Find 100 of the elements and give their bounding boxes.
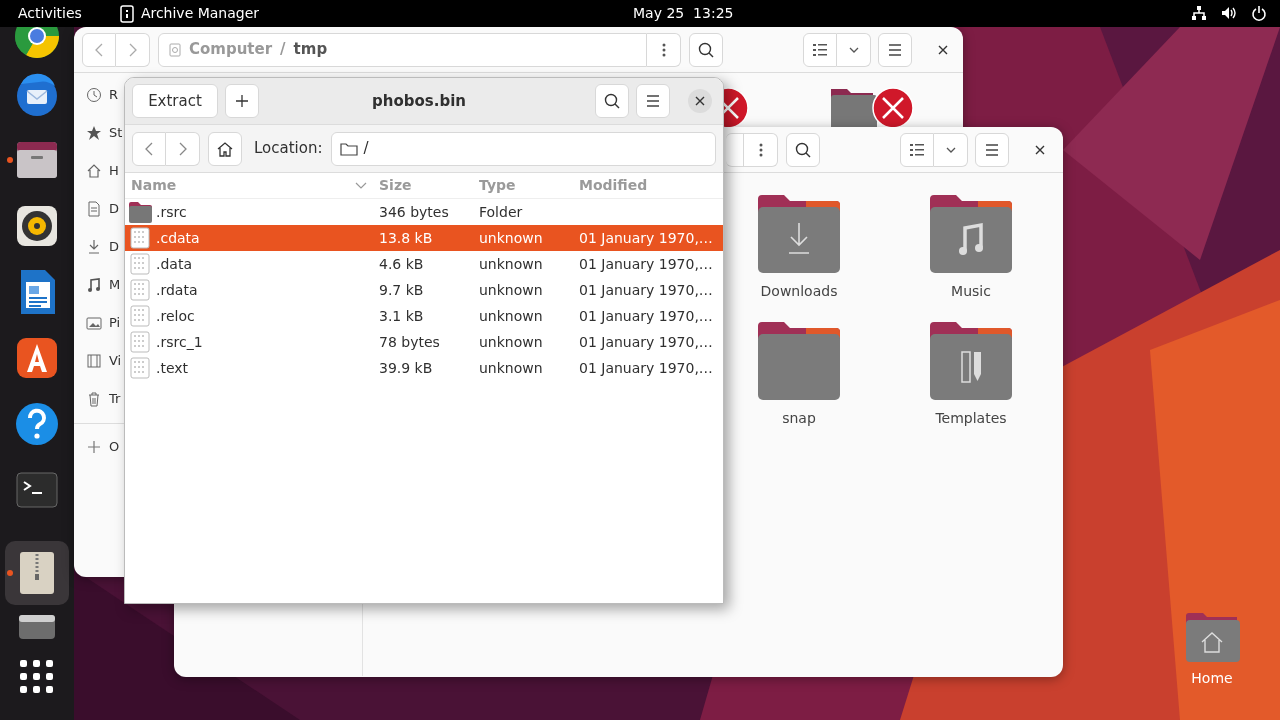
extract-button[interactable]: Extract [132,84,218,118]
activities-button[interactable]: Activities [18,3,82,24]
sidebar-item[interactable]: Pi [109,313,121,333]
modified-date: 01 January 1970,… [579,280,713,300]
back-icon [144,140,154,157]
clock[interactable]: May 25 13:25 [633,3,734,24]
sidebar-item[interactable]: Vi [109,351,122,371]
forward-icon [127,41,138,58]
file-row[interactable]: .reloc 3.1 kB unknown 01 January 1970,… [125,303,723,329]
file-icon [128,253,152,275]
forward-icon [177,140,188,157]
folder-label[interactable]: Music [951,281,991,302]
menu-button[interactable] [975,132,1009,167]
path-bar[interactable]: Computer / tmp [158,32,648,67]
file-name: .rsrc [156,202,187,222]
file-type: unknown [479,332,543,352]
home-button[interactable] [208,131,242,166]
folder-label[interactable]: Templates [935,408,1007,429]
list-view-button[interactable] [900,132,934,167]
close-button[interactable] [688,89,712,113]
search-button[interactable] [786,132,820,167]
folder-ruler-pencil-icon[interactable] [928,322,1014,402]
home-icon [86,163,102,179]
file-icon [128,227,152,249]
kebab-icon [758,142,763,157]
help-icon[interactable] [13,400,61,448]
file-row[interactable]: .cdata 13.8 kB unknown 01 January 1970,… [125,225,723,251]
file-icon [128,357,152,379]
file-size: 78 bytes [379,332,440,352]
folder-music-note-icon[interactable] [928,195,1014,275]
home-icon [217,140,233,157]
desktop-icon-label[interactable]: Home [1191,668,1233,689]
sidebar-item[interactable]: Tr [109,389,121,409]
image-icon [86,315,102,331]
file-type: unknown [479,358,543,378]
sidebar-item[interactable]: D [109,199,119,219]
menu-button[interactable] [878,32,913,67]
folder-icon[interactable] [756,322,842,402]
search-button[interactable] [595,84,629,118]
sidebar-item[interactable]: R [109,85,119,105]
sidebar-item[interactable]: O [109,437,120,457]
power-icon[interactable] [1251,5,1267,21]
search-button[interactable] [689,32,724,67]
modified-date: 01 January 1970,… [579,306,713,326]
sidebar-item[interactable]: St [109,123,123,143]
list-view-button[interactable] [803,32,838,67]
menu-icon [888,43,903,56]
file-size: 346 bytes [379,202,449,222]
add-button[interactable] [225,84,259,118]
chevron-down-icon [848,46,859,53]
folder-icon [339,141,358,156]
close-icon [938,44,949,55]
chevron-down-icon [945,146,956,153]
file-row[interactable]: .rsrc 346 bytes Folder [125,199,723,225]
plus-icon [86,439,102,455]
download-icon [86,239,102,255]
window-title: phobos.bin [371,90,467,112]
star-icon [86,125,102,141]
file-name: .rdata [156,280,198,300]
location-field[interactable]: / [330,131,716,166]
file-size: 3.1 kB [379,306,424,326]
file-type: unknown [479,306,543,326]
file-name: .data [156,254,192,274]
location-label: Location: [254,138,323,160]
folder-label[interactable]: Downloads [760,281,838,302]
file-row[interactable]: .text 39.9 kB unknown 01 January 1970,… [125,355,723,381]
trash-icon [86,391,102,407]
file-size: 39.9 kB [379,358,433,378]
path-separator: / [280,39,286,61]
file-row[interactable]: .data 4.6 kB unknown 01 January 1970,… [125,251,723,277]
volume-icon[interactable] [1221,5,1237,21]
menu-icon [985,143,999,156]
sidebar-item[interactable]: H [109,161,119,181]
search-icon [698,41,715,58]
file-row[interactable]: .rdata 9.7 kB unknown 01 January 1970,… [125,277,723,303]
file-type: unknown [479,228,543,248]
home-folder-icon[interactable] [1184,612,1240,662]
file-name: .rsrc_1 [156,332,203,352]
menu-icon [646,95,660,107]
folder-label[interactable]: snap [782,408,816,429]
search-icon [604,93,620,109]
sidebar-item[interactable]: D [109,237,119,257]
back-icon [94,41,104,58]
file-icon [128,279,152,301]
menu-button[interactable] [636,84,670,118]
plus-icon [235,94,249,108]
network-icon[interactable] [1191,5,1207,21]
file-name: .cdata [156,228,200,248]
file-size: 9.7 kB [379,280,424,300]
file-type: unknown [479,280,543,300]
sidebar-item[interactable]: M [109,275,121,295]
browser-icon[interactable] [13,27,61,60]
file-name: .text [156,358,189,378]
kebab-icon [661,42,666,57]
list-icon [813,43,828,56]
folder-download-icon[interactable] [756,195,842,275]
app-menu[interactable]: Archive Manager [140,3,260,24]
path-segment[interactable]: tmp [293,38,328,61]
file-icon [128,331,152,353]
file-row[interactable]: .rsrc_1 78 bytes unknown 01 January 1970,… [125,329,723,355]
